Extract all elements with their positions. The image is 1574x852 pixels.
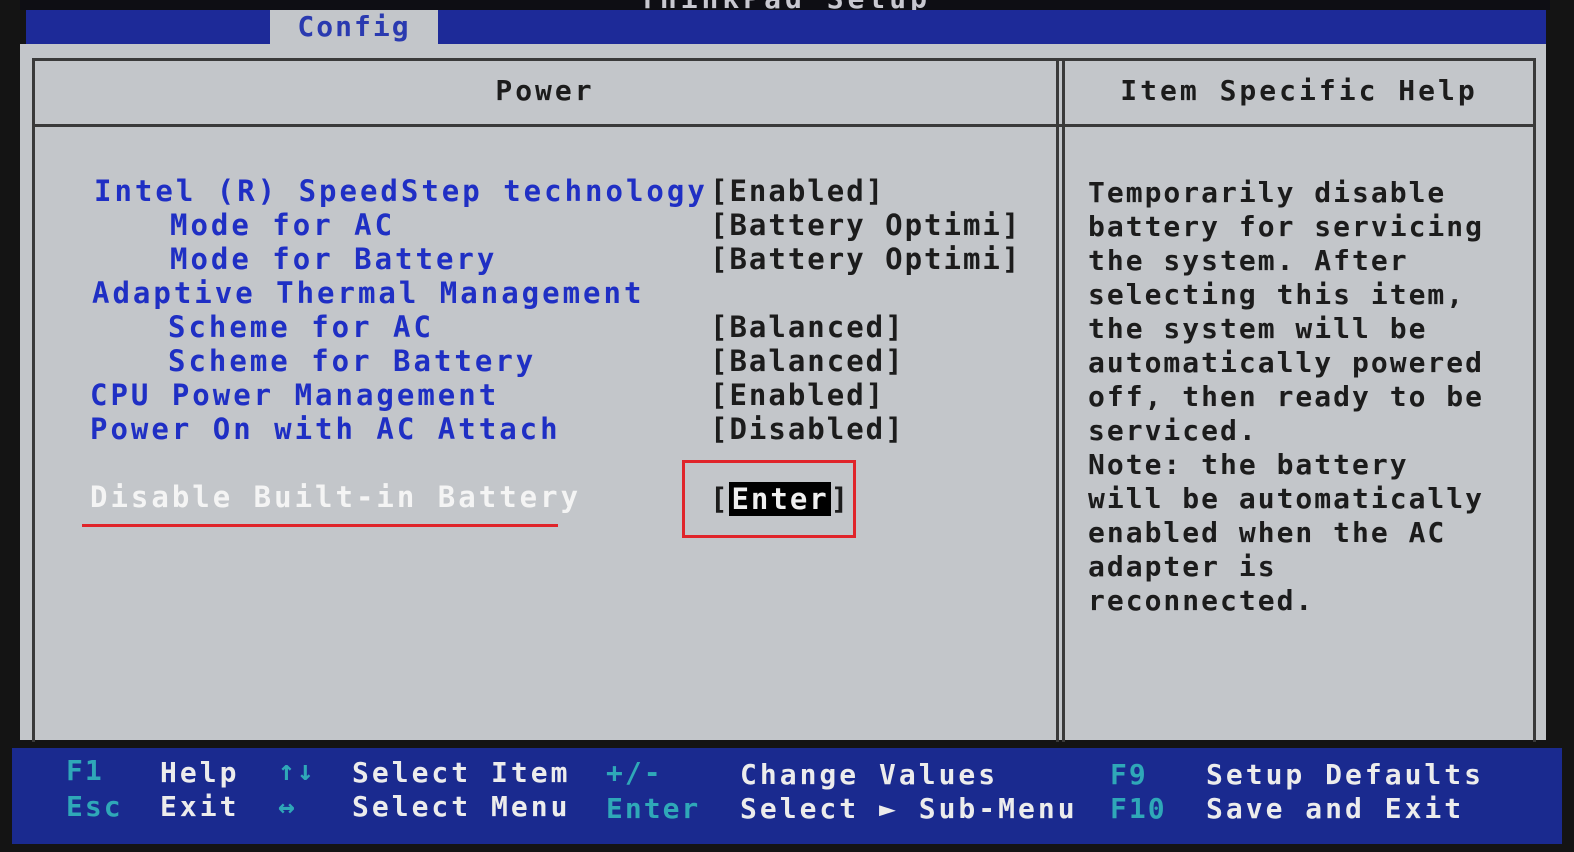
key-updown-desc: Select Item [352, 756, 571, 789]
help-line: selecting this item, [1088, 278, 1466, 311]
key-esc-desc: Exit [160, 790, 240, 823]
setting-speedstep[interactable]: Intel (R) SpeedStep technology [94, 174, 708, 208]
setting-power-on-ac-attach[interactable]: Power On with AC Attach [90, 412, 561, 446]
column-title-help: Item Specific Help [1120, 74, 1478, 107]
setting-cpu-power-management[interactable]: CPU Power Management [90, 378, 499, 412]
key-f10-desc: Save and Exit [1206, 792, 1465, 825]
header-divider [32, 124, 1536, 127]
bios-screen: ThinkPad Setup Config Power Item Specifi… [0, 0, 1574, 852]
help-line: Note: the battery [1088, 448, 1409, 481]
setting-disable-built-in-battery[interactable]: Disable Built-in Battery [90, 480, 581, 514]
setting-adaptive-thermal[interactable]: Adaptive Thermal Management [92, 276, 644, 310]
key-f10: F10 [1110, 792, 1167, 825]
key-plusminus: +/- [606, 756, 663, 789]
key-leftright-desc: Select Menu [352, 790, 571, 823]
annotation-box [682, 460, 856, 538]
help-line: serviced. [1088, 414, 1258, 447]
help-line: will be automatically [1088, 482, 1485, 515]
help-line: automatically powered [1088, 346, 1485, 379]
value-mode-for-ac[interactable]: [Battery Optimi] [710, 208, 1021, 242]
annotation-underline [82, 524, 558, 527]
help-line: enabled when the AC [1088, 516, 1447, 549]
key-f9: F9 [1110, 758, 1148, 791]
value-scheme-for-battery[interactable]: [Balanced] [710, 344, 905, 378]
key-enter-desc: Select ► Sub-Menu [740, 792, 1078, 825]
value-cpu-power-management[interactable]: [Enabled] [710, 378, 885, 412]
value-speedstep[interactable]: [Enabled] [710, 174, 885, 208]
help-line: battery for servicing [1088, 210, 1485, 243]
setting-mode-for-battery[interactable]: Mode for Battery [170, 242, 497, 276]
help-line: adapter is [1088, 550, 1277, 583]
value-scheme-for-ac[interactable]: [Balanced] [710, 310, 905, 344]
key-f9-desc: Setup Defaults [1206, 758, 1485, 791]
left-right-arrows-icon: ↔ [278, 790, 297, 823]
help-line: the system will be [1088, 312, 1428, 345]
column-divider-right [1062, 58, 1065, 742]
value-power-on-ac-attach[interactable]: [Disabled] [710, 412, 905, 446]
help-line: Temporarily disable [1088, 176, 1447, 209]
help-line: reconnected. [1088, 584, 1315, 617]
tab-config[interactable]: Config [270, 10, 438, 44]
window-title: ThinkPad Setup [20, 0, 1550, 10]
key-enter: Enter [606, 792, 701, 825]
tab-bar [26, 10, 1546, 44]
key-plusminus-desc: Change Values [740, 758, 999, 791]
key-f1-desc: Help [160, 756, 240, 789]
setting-scheme-for-battery[interactable]: Scheme for Battery [168, 344, 536, 378]
column-title-power: Power [495, 74, 595, 107]
title-bar: ThinkPad Setup [20, 0, 1550, 10]
setting-mode-for-ac[interactable]: Mode for AC [170, 208, 395, 242]
up-down-arrows-icon: ↑↓ [278, 754, 316, 787]
key-f1: F1 [66, 754, 104, 787]
setting-scheme-for-ac[interactable]: Scheme for AC [168, 310, 434, 344]
value-mode-for-battery[interactable]: [Battery Optimi] [710, 242, 1021, 276]
key-esc: Esc [66, 790, 123, 823]
column-divider-left [1056, 58, 1059, 742]
help-line: the system. After [1088, 244, 1409, 277]
help-line: off, then ready to be [1088, 380, 1485, 413]
